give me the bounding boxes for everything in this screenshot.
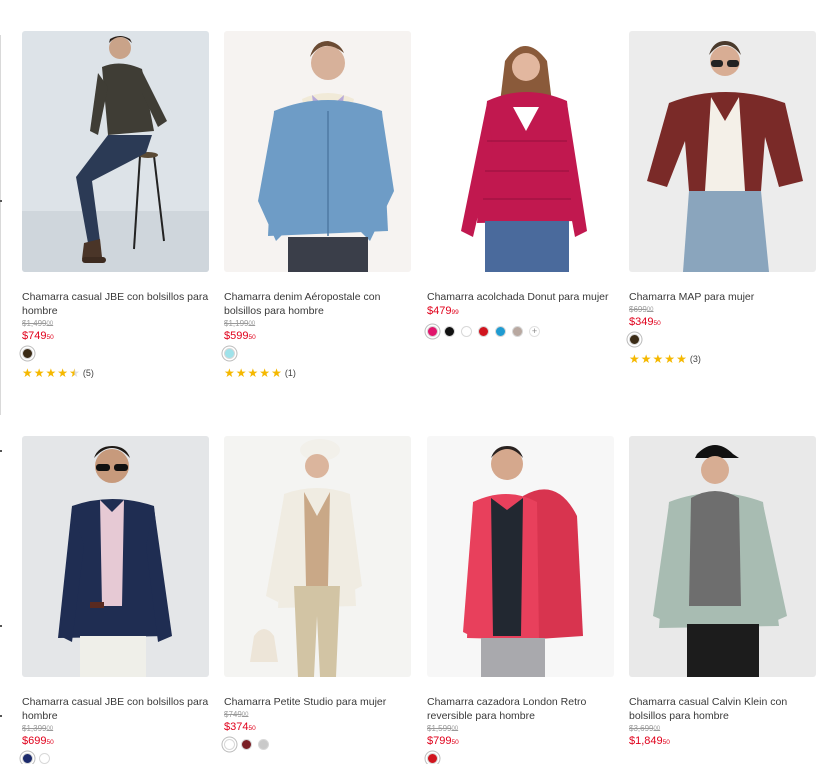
edge-marker [0, 450, 2, 452]
star-icon: ★ [664, 352, 676, 366]
color-swatch-white[interactable] [461, 326, 472, 337]
half-star-icon: ★ [69, 366, 80, 380]
color-swatches [224, 739, 411, 750]
sale-price: $47999 [427, 305, 459, 317]
original-price: $69900 [629, 305, 654, 314]
product-image[interactable] [427, 436, 614, 677]
color-swatch-magenta[interactable] [427, 326, 438, 337]
star-icon: ★ [640, 352, 652, 366]
sale-price: $59950 [224, 330, 256, 342]
color-swatch-white[interactable] [224, 739, 235, 750]
color-swatches [427, 753, 614, 764]
star-icon: ★ [45, 366, 57, 380]
star-icon: ★ [629, 352, 640, 366]
product-image[interactable] [629, 31, 816, 272]
product-title[interactable]: Chamarra casual Calvin Klein con bolsill… [629, 695, 816, 723]
product-image[interactable] [22, 31, 209, 272]
color-swatch-red[interactable] [478, 326, 489, 337]
sale-price: $37450 [224, 721, 256, 733]
color-swatch-white[interactable] [39, 753, 50, 764]
sale-price: $69950 [22, 735, 54, 747]
product-card[interactable]: Chamarra cazadora London Retro reversibl… [427, 436, 614, 764]
product-card[interactable]: Chamarra casual Calvin Klein con bolsill… [629, 436, 816, 749]
original-price: $1,59900 [427, 724, 459, 733]
color-swatch-navy[interactable] [22, 753, 33, 764]
product-card[interactable]: Chamarra Petite Studio para mujer $74900… [224, 436, 411, 750]
color-swatches [22, 753, 209, 764]
color-swatch-burgundy[interactable] [241, 739, 252, 750]
product-image[interactable] [224, 31, 411, 272]
original-price: $3,69900 [629, 724, 661, 733]
product-card[interactable]: Chamarra casual JBE con bolsillos para h… [22, 31, 209, 379]
star-icon: ★ [271, 366, 282, 380]
sale-price: $74950 [22, 330, 54, 342]
more-colors-button[interactable]: + [529, 326, 540, 337]
review-count[interactable]: (5) [83, 368, 94, 378]
product-image[interactable] [224, 436, 411, 677]
color-swatches [224, 348, 411, 359]
original-price: $1,19900 [224, 319, 256, 328]
star-icon: ★ [652, 352, 664, 366]
product-card[interactable]: Chamarra acolchada Donut para mujer $479… [427, 31, 614, 337]
star-rating: ★ ★ ★ ★ ★ (3) [629, 353, 816, 365]
color-swatch-red[interactable] [427, 753, 438, 764]
star-icon: ★ [259, 366, 271, 380]
color-swatches [629, 334, 816, 345]
product-title[interactable]: Chamarra acolchada Donut para mujer [427, 290, 614, 304]
color-swatches: + [427, 326, 614, 337]
page-edge-divider [0, 35, 1, 415]
color-swatch-light-blue[interactable] [224, 348, 235, 359]
edge-marker [0, 715, 2, 717]
color-swatch-grey[interactable] [258, 739, 269, 750]
edge-marker [0, 625, 2, 627]
product-title[interactable]: Chamarra cazadora London Retro reversibl… [427, 695, 614, 723]
color-swatch-taupe[interactable] [512, 326, 523, 337]
star-icon: ★ [247, 366, 259, 380]
star-icon: ★ [224, 366, 235, 380]
original-price: $1,49900 [22, 319, 54, 328]
original-price: $74900 [224, 710, 249, 719]
product-title[interactable]: Chamarra MAP para mujer [629, 290, 816, 304]
color-swatch-black[interactable] [444, 326, 455, 337]
product-image[interactable] [629, 436, 816, 677]
sale-price: $34950 [629, 316, 661, 328]
edge-marker [0, 200, 2, 202]
product-image[interactable] [22, 436, 209, 677]
star-icon: ★ [33, 366, 45, 380]
star-icon: ★ [57, 366, 69, 380]
review-count[interactable]: (1) [285, 368, 296, 378]
star-rating: ★ ★ ★ ★ ★ (5) [22, 367, 209, 379]
star-icon: ★ [235, 366, 247, 380]
product-title[interactable]: Chamarra casual JBE con bolsillos para h… [22, 695, 209, 723]
color-swatch-brown[interactable] [22, 348, 33, 359]
product-title[interactable]: Chamarra denim Aéropostale con bolsillos… [224, 290, 411, 318]
sale-price: $1,84950 [629, 735, 670, 747]
product-card[interactable]: Chamarra denim Aéropostale con bolsillos… [224, 31, 411, 379]
star-rating: ★ ★ ★ ★ ★ (1) [224, 367, 411, 379]
sale-price: $79950 [427, 735, 459, 747]
color-swatch-blue[interactable] [495, 326, 506, 337]
original-price: $1,39900 [22, 724, 54, 733]
color-swatches [22, 348, 209, 359]
product-card[interactable]: Chamarra MAP para mujer $69900 $34950 ★ … [629, 31, 816, 365]
product-title[interactable]: Chamarra Petite Studio para mujer [224, 695, 411, 709]
color-swatch-brown[interactable] [629, 334, 640, 345]
star-icon: ★ [22, 366, 33, 380]
product-title[interactable]: Chamarra casual JBE con bolsillos para h… [22, 290, 209, 318]
star-icon: ★ [676, 352, 687, 366]
product-card[interactable]: Chamarra casual JBE con bolsillos para h… [22, 436, 209, 764]
product-image[interactable] [427, 31, 614, 272]
review-count[interactable]: (3) [690, 354, 701, 364]
